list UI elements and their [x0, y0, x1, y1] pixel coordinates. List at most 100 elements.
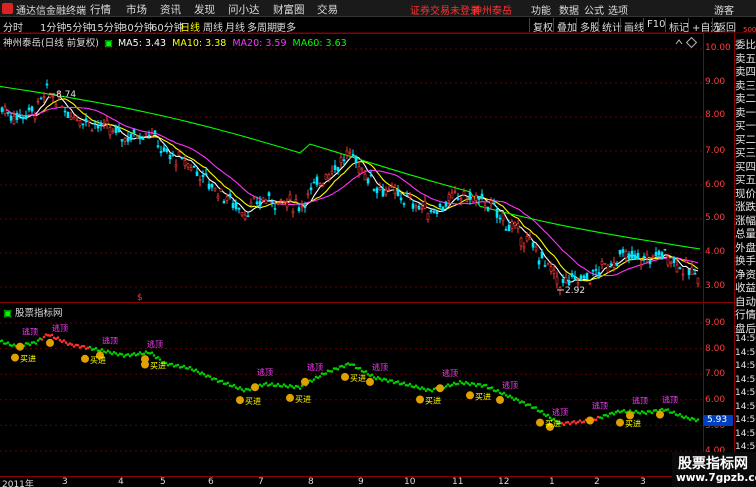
- indicator-dot: [576, 420, 580, 424]
- candle-body: [291, 211, 295, 214]
- menu-shichang[interactable]: 市场: [126, 2, 147, 17]
- side-label: 14:50: [735, 428, 756, 439]
- indicator-dot: [468, 383, 472, 387]
- indicator-dot: [374, 377, 378, 381]
- candle-body: [6, 112, 10, 114]
- candle-body: [297, 207, 301, 212]
- indicator-dot: [208, 375, 212, 378]
- menu-caifuquan[interactable]: 财富圈: [273, 2, 305, 17]
- candle-body: [591, 269, 595, 272]
- candle-body: [258, 200, 262, 207]
- indicator-dot: [56, 336, 60, 339]
- menu-gongshi[interactable]: 公式: [584, 2, 604, 17]
- money-bag-icon: [141, 360, 149, 369]
- kline-chart[interactable]: 逃顶 逃顶逃顶 逃顶逃顶逃顶 逃顶逃顶逃顶逃顶逃顶逃顶 逃顶买进 买进买进买进 买进买进买进…: [0, 0, 756, 487]
- period-1min[interactable]: 1分钟: [40, 19, 66, 34]
- indicator-dot: [8, 343, 12, 347]
- indicator-dot: [304, 383, 308, 387]
- indicator-dot: [62, 339, 66, 342]
- indicator-dot: [98, 349, 102, 353]
- btn-fuquan[interactable]: 复权: [529, 18, 556, 34]
- candle-body: [54, 104, 58, 108]
- indicator-dot: [388, 379, 392, 382]
- candle-body: [312, 181, 316, 184]
- indicator-dot: [216, 380, 220, 384]
- side-label: 14:50: [735, 361, 756, 371]
- candle-body: [555, 276, 559, 285]
- indicator-dot: [526, 403, 530, 406]
- money-bag-icon: [436, 384, 444, 393]
- candle-body: [168, 154, 172, 160]
- sub-axis-label: 7.00: [705, 369, 726, 379]
- period-multi[interactable]: 多周期: [247, 19, 277, 34]
- period-more[interactable]: 更多: [276, 19, 296, 34]
- candle-body: [132, 129, 136, 135]
- menu-shuju[interactable]: 数据: [559, 2, 579, 17]
- period-fenshi[interactable]: 分时: [3, 19, 23, 34]
- guest-user[interactable]: 游客: [714, 2, 734, 17]
- menu-jiaoyi[interactable]: 交易: [317, 2, 338, 17]
- menu-xuanxiang[interactable]: 选项: [608, 2, 628, 17]
- indicator-dot: [618, 411, 622, 414]
- indicator-dot: [16, 345, 20, 348]
- candle-body: [633, 254, 637, 260]
- indicator-dot: [110, 352, 114, 356]
- buy-signal: 买进: [90, 356, 106, 365]
- period-5min[interactable]: 5分钟: [66, 19, 92, 34]
- main-axis-label: 4.00: [705, 247, 726, 257]
- menu-zixun[interactable]: 资讯: [160, 2, 181, 17]
- indicator-dot: [404, 383, 408, 387]
- indicator-dot: [276, 382, 280, 386]
- candle-body: [636, 253, 640, 260]
- ma20-value: MA20: 3.59: [232, 38, 287, 49]
- candle-body: [546, 263, 550, 266]
- candle-body: [522, 246, 526, 249]
- period-30min[interactable]: 30分钟: [121, 19, 154, 34]
- ma5-value: MA5: 3.43: [117, 38, 167, 49]
- sub-legend: ▣ 股票指标网: [3, 305, 63, 319]
- period-monthly[interactable]: 月线: [225, 19, 245, 34]
- candle-body: [582, 275, 586, 279]
- candle-body: [615, 264, 619, 266]
- period-60min[interactable]: 60分钟: [151, 19, 184, 34]
- indicator-dot: [614, 410, 618, 414]
- candle-body: [381, 188, 385, 197]
- period-weekly[interactable]: 周线: [203, 19, 223, 34]
- indicator-dot: [166, 364, 170, 367]
- indicator-dot: [120, 353, 124, 356]
- indicator-dot: [312, 378, 316, 381]
- btn-back[interactable]: 返回: [712, 18, 739, 34]
- period-15min[interactable]: 15分钟: [91, 19, 124, 34]
- ma-settings-icon[interactable]: ▣: [104, 38, 113, 49]
- indicator-dot: [654, 408, 658, 412]
- indicator-dot: [616, 409, 620, 413]
- login-warning[interactable]: 证券交易未登录: [410, 2, 480, 17]
- indicator-dot: [242, 389, 246, 393]
- candle-body: [414, 205, 418, 208]
- money-bag-icon: [46, 338, 54, 347]
- sub-signals: 逃顶 逃顶逃顶 逃顶逃顶逃顶 逃顶逃顶逃顶逃顶逃顶逃顶 逃顶买进 买进买进买进 买进买进买进…: [11, 323, 678, 431]
- menu-gongneng[interactable]: 功能: [531, 2, 551, 17]
- candle-body: [174, 164, 178, 168]
- xaxis-month: 1: [549, 477, 555, 487]
- candle-body: [543, 265, 547, 267]
- candle-body: [348, 151, 352, 154]
- menu-faxian[interactable]: 发现: [194, 2, 215, 17]
- candle-body: [321, 183, 325, 186]
- indicator-dot: [578, 419, 582, 422]
- indicator-dot: [6, 341, 10, 344]
- indicator-dot: [266, 384, 270, 387]
- indicator-dot: [652, 409, 656, 412]
- menu-hangqing[interactable]: 行情: [90, 2, 111, 17]
- period-daily[interactable]: 日线: [180, 19, 200, 34]
- sub-settings-icon[interactable]: ▣: [3, 308, 12, 319]
- indicator-dot: [186, 367, 190, 370]
- menu-wenxiaoda[interactable]: 问小达: [228, 2, 260, 17]
- candle-body: [465, 199, 469, 202]
- indicator-dot: [128, 354, 132, 358]
- xaxis-month: 4: [118, 477, 124, 487]
- indicator-dot: [384, 378, 388, 381]
- candle-body: [393, 187, 397, 194]
- indicator-dot: [178, 366, 182, 369]
- indicator-dot: [196, 370, 200, 374]
